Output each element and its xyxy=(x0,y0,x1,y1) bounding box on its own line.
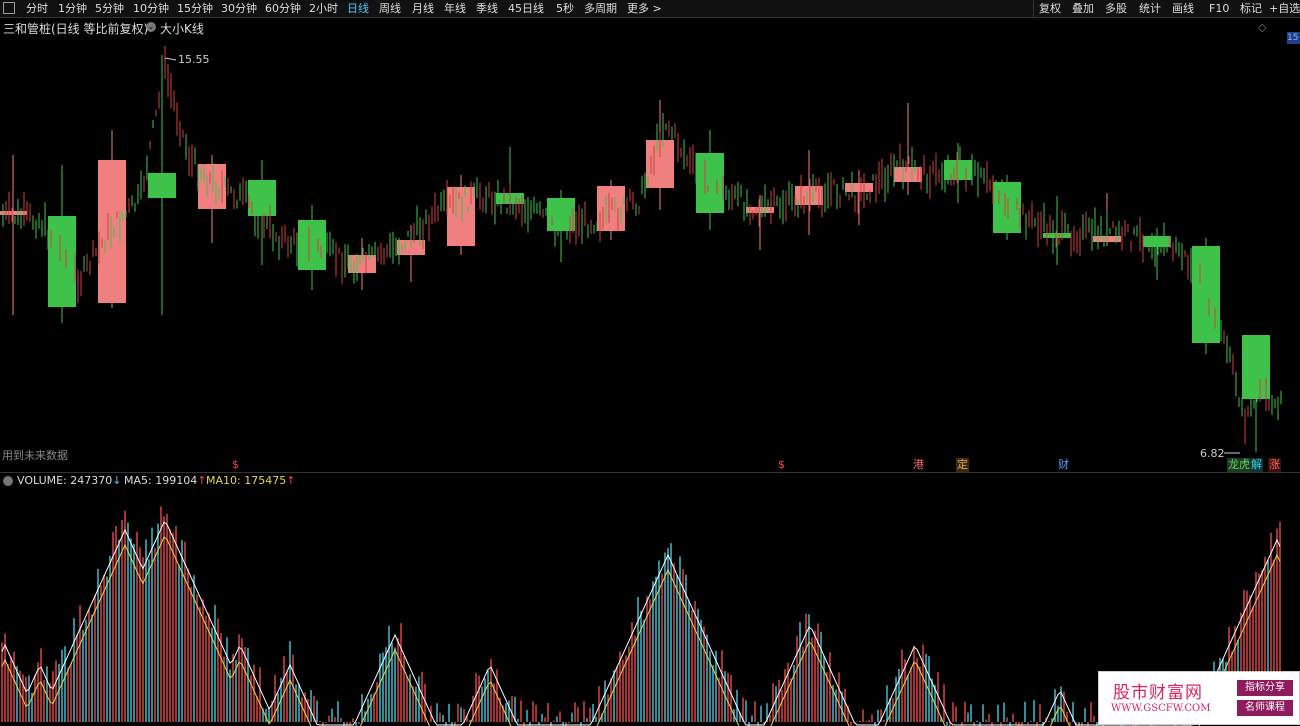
candle-body xyxy=(348,255,376,273)
chevron-down-icon[interactable] xyxy=(3,476,13,486)
ma10-value: MA10: 175475↑ xyxy=(206,474,296,487)
volume-header: VOLUME: 247370↓ MA5: 199104↑ MA10: 17547… xyxy=(0,474,600,488)
candle-body xyxy=(98,160,126,303)
watermark-tag: 指标分享 xyxy=(1237,680,1293,696)
event-marker-hk[interactable]: 港 xyxy=(912,458,925,472)
event-marker-placement[interactable]: 定 xyxy=(956,458,969,472)
high-price-label: 15.55 xyxy=(178,53,210,66)
candle-body xyxy=(845,183,873,192)
event-marker-dividend[interactable]: $ xyxy=(777,458,786,472)
candle-body xyxy=(696,153,724,213)
high-pointer xyxy=(164,57,177,61)
low-price-label: 6.82 xyxy=(1200,447,1225,460)
volume-value: VOLUME: 247370↓ xyxy=(17,474,122,487)
event-marker-limit-up[interactable]: 涨 xyxy=(1268,458,1281,472)
watermark-banner: 股市财富网 WWW.GSCFW.COM 指标分享 名师课程 xyxy=(1098,671,1300,725)
event-marker-finance[interactable]: 财 xyxy=(1057,458,1070,472)
arrow-down-icon: ↓ xyxy=(112,474,122,487)
ma5-value: MA5: 199104↑ xyxy=(124,474,207,487)
pane-divider xyxy=(0,472,1300,473)
candle-body xyxy=(148,173,176,198)
arrow-up-icon: ↑ xyxy=(286,474,296,487)
event-marker-dividend[interactable]: $ xyxy=(231,458,240,472)
kline-chart[interactable] xyxy=(0,0,1300,726)
candle-body xyxy=(0,211,27,215)
future-data-note: 用到未来数据 xyxy=(2,449,68,462)
event-marker-unlock[interactable]: 解 xyxy=(1250,458,1263,472)
watermark-tag: 名师课程 xyxy=(1237,700,1293,716)
watermark-title: 股市财富网 xyxy=(1113,683,1203,703)
watermark-url: WWW.GSCFW.COM xyxy=(1111,703,1211,714)
